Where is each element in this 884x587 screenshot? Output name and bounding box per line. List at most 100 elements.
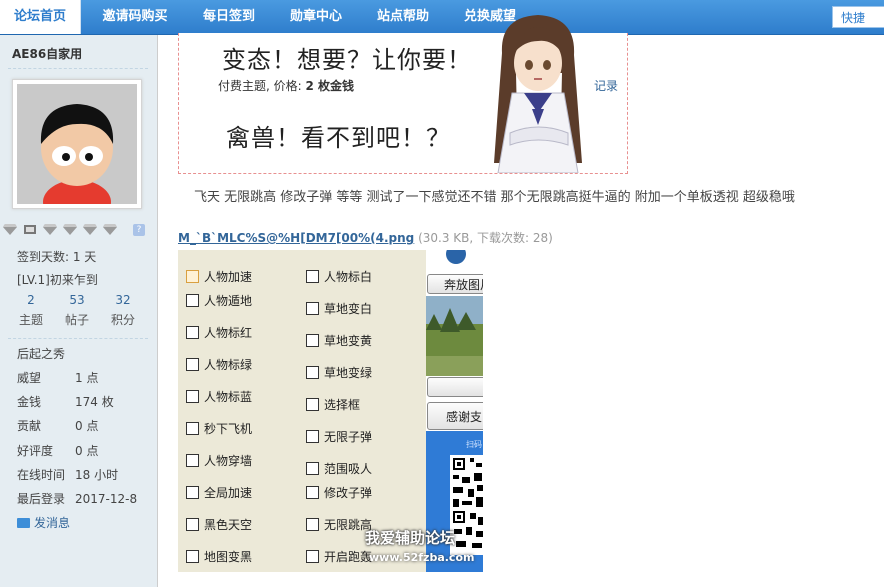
diamond-medal-icon[interactable] [43,223,57,235]
checkbox-icon [306,302,319,315]
checkbox-icon [306,270,319,283]
checkbox-icon [186,270,199,283]
stat-threads-label: 主题 [18,313,43,327]
divider [8,68,148,69]
paid-price: 2 枚金钱 [305,79,355,93]
nav-tab-home[interactable]: 论坛首页 [0,0,81,34]
cheat-checkbox: 开启跑轰 [306,548,372,565]
checkbox-label: 人物遁地 [204,294,253,308]
diamond-medal-icon[interactable] [63,223,77,235]
purchase-record-link[interactable]: 记录 [594,77,618,94]
stat-threads-value: 2 [27,293,35,307]
cheat-checkbox: 人物标绿 [186,356,252,373]
handwritten-line-1: 变态！想要？让你要！ [222,46,472,74]
envelope-icon [17,518,30,528]
user-level[interactable]: [LV.1]初来乍到 [17,271,98,288]
checkin-days: 签到天数: 1 天 [17,250,97,264]
checkbox-label: 人物标蓝 [204,390,253,404]
detail-online-time: 在线时间 18 小时 [17,466,118,483]
handwritten-line-2: 禽兽！看不到吧！？ [226,124,451,152]
top-nav: 论坛首页 邀请码购买 每日签到 勋章中心 站点帮助 兑换威望 快捷 [0,0,884,35]
author-username[interactable]: AE86自家用 [12,45,82,62]
detail-label: 贡献 [17,419,42,433]
avatar[interactable] [12,79,142,209]
checkbox-label: 人物加速 [204,270,253,284]
cheat-checkbox: 无限跳高 [306,516,372,533]
detail-prestige: 威望 1 点 [17,369,98,386]
nav-tab-medals[interactable]: 勋章中心 [278,0,354,34]
attachment-meta: (30.3 KB, 下载次数: 28) [414,231,553,245]
user-stats: 2 主题 53 帖子 32 积分 [8,293,148,331]
checkbox-icon [306,398,319,411]
checkbox-icon [306,366,319,379]
cheat-checkbox: 全局加速 [186,484,252,501]
checkbox-label: 无限子弹 [324,430,373,444]
attachment-filename-link[interactable]: M_`B`MLC%S@%H[DM7[00%(4.png [178,231,414,245]
cheat-checkbox: 人物穿墙 [186,452,252,469]
detail-label: 金钱 [17,395,42,409]
nav-tab-invite[interactable]: 邀请码购买 [88,0,182,34]
cheat-checkbox: 人物标红 [186,324,252,341]
crown-medal-icon[interactable] [23,223,37,235]
checkbox-icon [186,486,199,499]
checkbox-icon [186,454,199,467]
detail-value: 1 点 [75,371,99,385]
checkbox-icon [186,422,199,435]
stat-credits[interactable]: 32 积分 [100,293,146,328]
paid-info: 付费主题, 价格: 2 枚金钱 [218,77,354,94]
checkbox-icon [306,430,319,443]
checkbox-icon [306,334,319,347]
cheat-checkbox: 草地变白 [306,300,372,317]
checkbox-icon [186,294,199,307]
cheat-checkbox: 草地变绿 [306,364,372,381]
checkbox-icon [306,518,319,531]
cheat-checkbox: 地图变黑 [186,548,252,565]
panel-header-graphic [446,250,466,264]
panel-button-blank [427,377,483,397]
checkbox-label: 修改子弹 [324,486,373,500]
stat-threads[interactable]: 2 主题 [8,293,54,328]
stat-posts-label: 帖子 [64,313,89,327]
checkbox-icon [186,358,199,371]
game-scene-thumbnail [426,296,483,376]
checkbox-label: 选择框 [324,398,361,412]
user-rank: 后起之秀 [17,347,66,361]
send-message-link[interactable]: 发消息 [17,514,70,531]
cheat-checkbox: 黑色天空 [186,516,252,533]
checkbox-label: 开启跑轰 [324,550,373,564]
stat-posts-value: 53 [69,293,85,307]
detail-value: 174 枚 [75,395,114,409]
post-body-text: 飞天 无限跳高 修改子弹 等等 测试了一下感觉还不错 那个无限跳高挺牛逼的 附加… [194,190,795,205]
diamond-medal-icon[interactable] [103,223,117,235]
cheat-checkbox: 人物标蓝 [186,388,252,405]
checkbox-label: 人物标白 [324,270,373,284]
checkbox-label: 人物穿墙 [204,454,253,468]
cheat-checkbox: 人物遁地 [186,292,252,309]
diamond-medal-icon[interactable] [3,223,17,235]
checkbox-icon [306,550,319,563]
anime-girl-illustration [482,13,594,176]
detail-value: 2017-12-8 [75,492,138,506]
detail-label: 最后登录 [17,492,66,506]
medal-help-icon[interactable]: ? [133,224,145,236]
quick-nav-button[interactable]: 快捷 [832,6,884,28]
detail-money: 金钱 174 枚 [17,393,114,410]
detail-rating: 好评度 0 点 [17,442,98,459]
checkbox-icon [186,390,199,403]
checkbox-label: 人物标红 [204,326,253,340]
cheat-checkbox: 人物加速 [186,268,252,285]
nav-tab-help[interactable]: 站点帮助 [364,0,442,34]
stat-posts[interactable]: 53 帖子 [54,293,100,328]
diamond-medal-icon[interactable] [83,223,97,235]
nav-tab-checkin[interactable]: 每日签到 [190,0,268,34]
checkbox-label: 黑色天空 [204,518,253,532]
detail-last-login: 最后登录 2017-12-8 [17,490,137,507]
panel-button-2: 感谢支 [427,402,483,430]
cheat-checkbox: 修改子弹 [306,484,372,501]
checkbox-icon [186,550,199,563]
stat-credits-label: 积分 [110,313,135,327]
detail-label: 在线时间 [17,468,66,482]
cheat-checkbox: 秒下飞机 [186,420,252,437]
checkbox-label: 范围吸人 [324,462,373,476]
detail-contribution: 贡献 0 点 [17,417,98,434]
